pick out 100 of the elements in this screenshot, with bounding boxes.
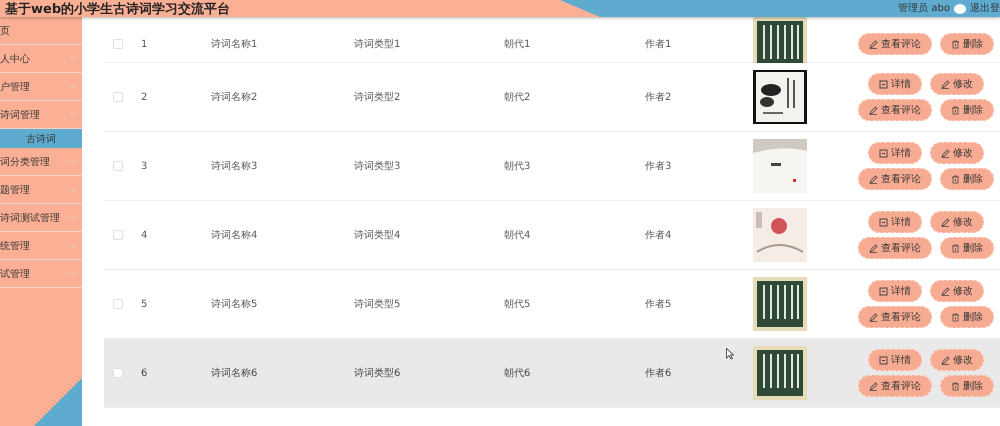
chevron-icon (70, 56, 76, 60)
menu-item[interactable]: 户管理 (0, 73, 82, 101)
pencil-icon (941, 218, 950, 226)
pencil-icon (869, 382, 878, 390)
table-cell-text: 诗词类型1 (354, 38, 402, 51)
delete-button[interactable]: 删除 (940, 33, 994, 55)
table-cell-text: 作者5 (645, 298, 672, 311)
detail-button[interactable]: 详情 (868, 73, 922, 95)
table-cell-text: 作者1 (645, 38, 672, 51)
comment-button[interactable]: 查看评论 (858, 99, 932, 121)
table-cell-text: 朝代5 (504, 298, 532, 311)
table-cell-text: 朝代2 (504, 90, 532, 104)
chevron-icon (70, 244, 76, 248)
detail-button[interactable]: 详情 (868, 211, 922, 233)
table-cell-text: 朝代1 (504, 38, 532, 51)
table-cell-text: 3 (141, 160, 148, 172)
trash-icon (951, 382, 960, 390)
menu-item[interactable]: 诗词测试管理 (0, 204, 82, 232)
table-cell-text: 作者4 (645, 228, 672, 242)
document-icon (879, 80, 888, 88)
menu-item[interactable]: 人中心 (0, 45, 82, 73)
trash-icon (951, 174, 960, 184)
comment-button[interactable]: 查看评论 (858, 306, 932, 328)
pencil-icon (869, 312, 878, 322)
edit-button[interactable]: 修改 (930, 280, 984, 302)
pencil-icon (869, 174, 878, 184)
pencil-icon (869, 244, 878, 252)
edit-button[interactable]: 修改 (930, 349, 984, 371)
trash-icon (951, 106, 960, 114)
pencil-icon (869, 40, 878, 48)
edit-button[interactable]: 修改 (930, 73, 984, 95)
comment-button[interactable]: 查看评论 (858, 375, 932, 397)
comment-button[interactable]: 查看评论 (858, 168, 932, 190)
table-cell-text: 作者3 (645, 160, 672, 173)
menu-item[interactable]: 题管理 (0, 176, 82, 204)
checkbox[interactable] (113, 39, 123, 49)
table-cell-text: 诗词类型5 (354, 298, 402, 311)
menu-item[interactable]: 统管理 (0, 232, 82, 260)
table-cell-text: 诗词名称4 (211, 228, 258, 242)
trash-icon (951, 40, 960, 48)
chevron-icon (70, 216, 76, 220)
table-cell-text: 诗词类型3 (354, 160, 402, 173)
checkbox[interactable] (113, 230, 123, 240)
chevron-icon (70, 84, 76, 88)
table-cell-text: 5 (141, 298, 148, 310)
delete-button[interactable]: 删除 (940, 375, 994, 397)
detail-button[interactable]: 详情 (868, 142, 922, 164)
corner-triangle-drawing (34, 378, 82, 426)
table-cell-text: 朝代4 (504, 228, 532, 242)
table-cell-text: 诗词类型6 (354, 366, 402, 380)
table-cell-text: 作者6 (645, 366, 672, 380)
detail-button[interactable]: 详情 (868, 349, 922, 371)
checkbox[interactable] (113, 161, 123, 171)
cursor-icon (726, 348, 734, 360)
logout-link[interactable]: 退出登 (970, 3, 1000, 15)
delete-button[interactable]: 删除 (940, 306, 994, 328)
document-icon (879, 356, 888, 364)
table-cell-text: 诗词名称6 (211, 366, 258, 380)
trash-icon (951, 244, 960, 252)
menu-item[interactable]: 页 (0, 17, 82, 45)
table-cell-text: 朝代6 (504, 366, 532, 380)
table-cell-text: 诗词名称1 (211, 38, 258, 51)
checkbox[interactable] (113, 299, 123, 309)
pencil-icon (941, 80, 950, 88)
comment-button[interactable]: 查看评论 (858, 33, 932, 55)
table-cell-text: 诗词名称3 (211, 160, 258, 173)
delete-button[interactable]: 删除 (940, 168, 994, 190)
edit-button[interactable]: 修改 (930, 142, 984, 164)
delete-button[interactable]: 删除 (940, 237, 994, 259)
document-icon (879, 218, 888, 226)
trash-icon (951, 312, 960, 322)
chevron-icon (70, 188, 76, 192)
table-cell-text: 6 (141, 368, 148, 378)
table-cell-text: 4 (141, 230, 148, 240)
table-cell-text: 朝代3 (504, 160, 532, 173)
user-name: 管理员 abo (898, 3, 950, 15)
table-cell-text: 1 (141, 38, 148, 50)
checkbox[interactable] (113, 92, 123, 102)
app-title: 基于web的小学生古诗词学习交流平台 (4, 3, 230, 17)
table-cell-text: 诗词类型2 (354, 90, 402, 104)
table-cell-text: 诗词类型4 (354, 228, 402, 242)
table-cell-text: 诗词名称2 (211, 90, 258, 104)
pencil-icon (941, 356, 950, 364)
pencil-icon (941, 286, 950, 296)
submenu-item[interactable]: 古诗词 (0, 129, 82, 148)
table-cell-text: 作者2 (645, 90, 672, 104)
menu-item[interactable]: 词分类管理 (0, 148, 82, 176)
pencil-icon (869, 106, 878, 114)
pencil-icon (941, 148, 950, 158)
edit-button[interactable]: 修改 (930, 211, 984, 233)
table-cell-text: 诗词名称5 (211, 298, 258, 311)
delete-button[interactable]: 删除 (940, 99, 994, 121)
document-icon (879, 148, 888, 158)
table-cell-text: 2 (141, 92, 148, 102)
comment-button[interactable]: 查看评论 (858, 237, 932, 259)
checkbox[interactable] (113, 368, 123, 378)
chevron-icon (70, 272, 76, 276)
menu-item[interactable]: 试管理 (0, 260, 82, 288)
detail-button[interactable]: 详情 (868, 280, 922, 302)
chevron-icon (70, 160, 76, 164)
